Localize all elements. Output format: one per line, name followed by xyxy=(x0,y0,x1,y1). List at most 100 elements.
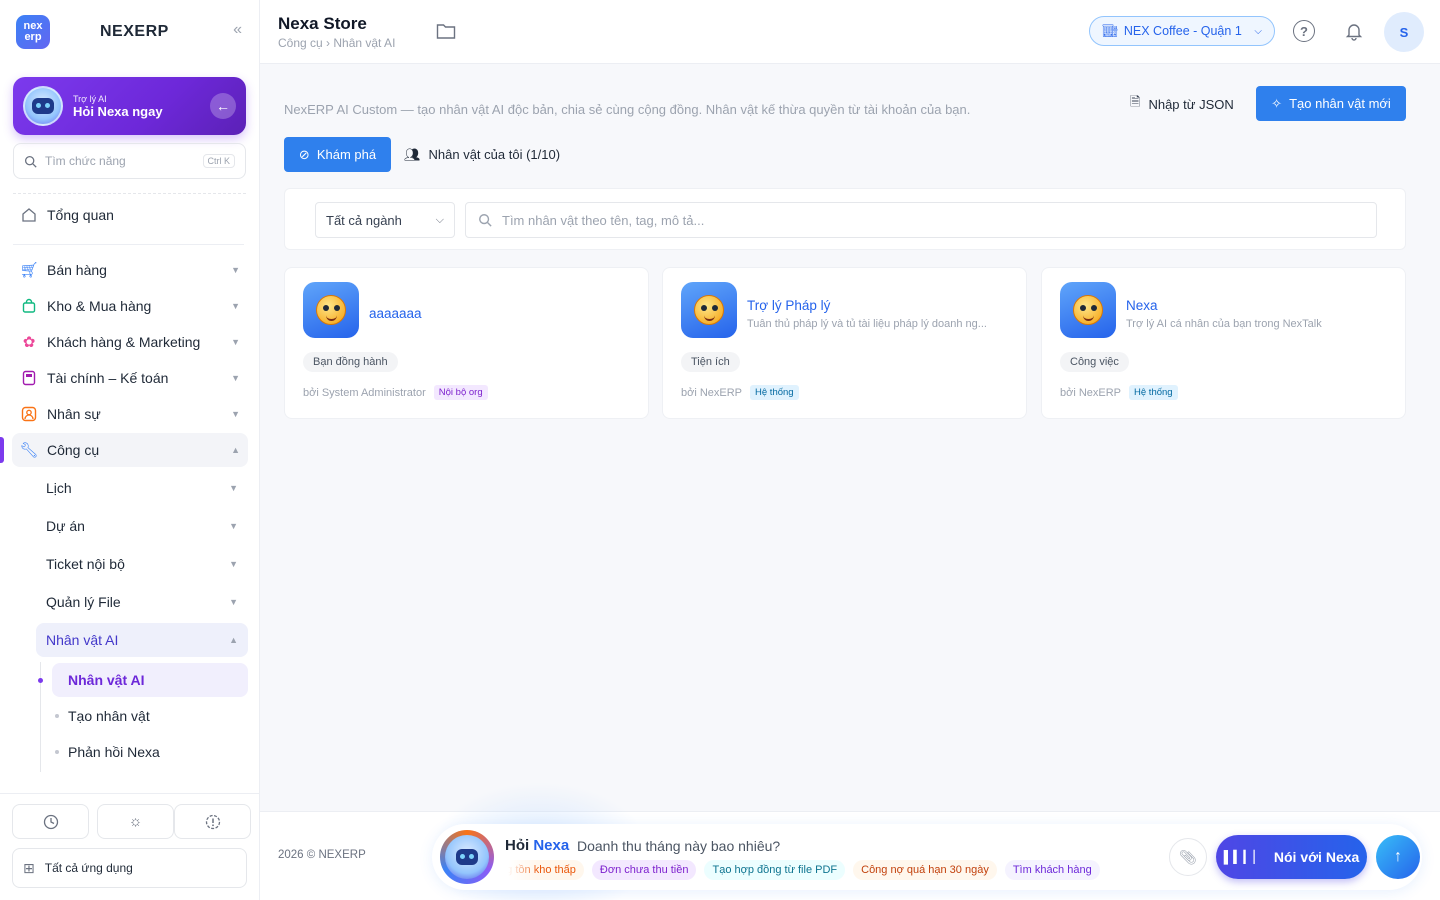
tab-explore[interactable]: ⊘ Khám phá xyxy=(284,137,391,172)
tab-my-personas[interactable]: 👥︎ Nhân vật của tôi (1/10) xyxy=(398,137,566,172)
theme-button[interactable]: ☼ xyxy=(97,804,174,839)
ask-question-input[interactable]: Doanh thu tháng này bao nhiêu? xyxy=(577,838,780,854)
nav-finance-label: Tài chính – Kế toán xyxy=(47,370,169,386)
nav-persona-create[interactable]: Tạo nhân vật xyxy=(52,699,248,733)
create-persona-label: Tạo nhân vật mới xyxy=(1289,96,1391,111)
suggestion-chips: Hàng tồn kho thấp Đơn chưa thu tiền Tạo … xyxy=(508,860,1153,882)
import-json-label: Nhập từ JSON xyxy=(1148,96,1234,112)
persona-card[interactable]: Trợ lý Pháp lý Tuân thủ pháp lý và tủ tà… xyxy=(662,267,1027,419)
nav-tools[interactable]: 🔧︎ Công cụ ▲ xyxy=(12,433,248,467)
nav-project[interactable]: Dự án ▼ xyxy=(36,509,248,543)
nav-crm[interactable]: ✿ Khách hàng & Marketing ▼ xyxy=(12,325,248,359)
search-icon xyxy=(24,155,37,168)
suggestion-chip[interactable]: Đơn chưa thu tiền xyxy=(591,860,697,880)
nav-persona-list[interactable]: Nhân vật AI xyxy=(52,663,248,697)
users-icon: ✿ xyxy=(22,334,36,351)
nav-inventory[interactable]: Kho & Mua hàng ▼ xyxy=(12,289,248,323)
nav-overview[interactable]: Tổng quan xyxy=(12,198,248,232)
nexa-avatar[interactable] xyxy=(440,830,494,884)
chevron-down-icon: ▼ xyxy=(231,409,240,419)
logo-text-bottom: erp xyxy=(24,31,42,43)
bell-icon[interactable] xyxy=(1342,19,1366,43)
user-avatar[interactable]: S xyxy=(1384,12,1424,52)
talk-to-nexa-button[interactable]: ▌▍▎▏ Nói với Nexa xyxy=(1216,835,1367,879)
ask-title: Hỏi Nexa xyxy=(505,837,569,854)
help-icon[interactable]: ? xyxy=(1293,20,1315,42)
function-search-input[interactable]: Tìm chức năng Ctrl K xyxy=(13,143,246,179)
clock-icon xyxy=(43,814,58,829)
top-header: Nexa Store Công cụ › Nhân vật AI 🏬︎ NEX … xyxy=(260,0,1440,64)
branch-selector[interactable]: 🏬︎ NEX Coffee - Quận 1 ⌵ xyxy=(1089,16,1275,46)
nav-sales[interactable]: 🛒︎ Bán hàng ▼ xyxy=(12,253,248,287)
persona-description: Trợ lý AI cá nhân của bạn trong NexTalk xyxy=(1126,318,1322,330)
nav-persona[interactable]: Nhân vật AI ▲ xyxy=(36,623,248,657)
nav-crm-label: Khách hàng & Marketing xyxy=(47,334,201,350)
persona-avatar xyxy=(1060,282,1116,338)
import-json-button[interactable]: 🗎 Nhập từ JSON xyxy=(1124,87,1240,121)
waveform-icon: ▌▍▎▏ xyxy=(1223,850,1264,864)
magic-wand-icon: ✧ xyxy=(1271,95,1283,111)
nav-persona-label: Nhân vật AI xyxy=(46,632,119,648)
brand-name: NEXERP xyxy=(100,23,169,40)
file-json-icon: 🗎 xyxy=(1130,94,1141,109)
user-group-icon: 👥︎ xyxy=(404,146,421,162)
ask-nexa-card[interactable]: Trợ lý AI Hỏi Nexa ngay ← xyxy=(13,77,246,135)
filter-panel: Tất cả ngành ⌵ Tìm nhân vật theo tên, ta… xyxy=(284,188,1406,250)
tab-explore-label: Khám phá xyxy=(316,147,377,162)
nav-hr[interactable]: Nhân sự ▼ xyxy=(12,397,248,431)
divider xyxy=(0,793,260,794)
shortcut-hint: Ctrl K xyxy=(202,154,235,168)
persona-card[interactable]: aaaaaaa Bạn đồng hành bởi System Adminis… xyxy=(284,267,649,419)
nav-finance[interactable]: Tài chính – Kế toán ▼ xyxy=(12,361,248,395)
nav-file[interactable]: Quản lý File ▼ xyxy=(36,585,248,619)
arrow-left-icon[interactable]: ← xyxy=(210,93,236,119)
nav-tools-label: Công cụ xyxy=(47,442,100,458)
bag-icon xyxy=(20,297,38,315)
scope-badge: Hệ thống xyxy=(1129,385,1178,400)
persona-author-text: bởi System Administrator xyxy=(303,386,426,399)
persona-tag: Tiện ích xyxy=(681,352,740,372)
chevron-down-icon: ▼ xyxy=(231,337,240,347)
persona-search-input[interactable]: Tìm nhân vật theo tên, tag, mô tả... xyxy=(465,202,1377,238)
suggestion-chip[interactable]: Tạo hợp đồng từ file PDF xyxy=(704,860,846,880)
chevron-down-icon: ▼ xyxy=(231,373,240,383)
report-button[interactable] xyxy=(174,804,251,839)
smiley-icon xyxy=(1073,295,1103,325)
suggestion-chip[interactable]: Công nợ quá hạn 30 ngày xyxy=(853,860,997,880)
chevron-down-icon: ⌵ xyxy=(435,213,444,226)
industry-select-value: Tất cả ngành xyxy=(326,212,402,228)
breadcrumb: Công cụ › Nhân vật AI xyxy=(278,36,396,50)
create-persona-button[interactable]: ✧ Tạo nhân vật mới xyxy=(1256,86,1406,121)
persona-author: bởi NexERP Hệ thống xyxy=(1060,385,1178,400)
all-apps-button[interactable]: ⊞ Tất cả ứng dụng xyxy=(12,848,247,888)
history-button[interactable] xyxy=(12,804,89,839)
compass-icon: ⊘ xyxy=(298,146,310,162)
nav-persona-create-label: Tạo nhân vật xyxy=(68,708,150,724)
sun-icon: ☼ xyxy=(128,813,143,830)
all-apps-label: Tất cả ứng dụng xyxy=(44,861,133,875)
page-title: Nexa Store xyxy=(278,14,367,33)
home-icon xyxy=(20,206,38,224)
folder-icon[interactable] xyxy=(436,22,456,45)
persona-name[interactable]: Nexa xyxy=(1126,298,1158,313)
persona-description: Tuân thủ pháp lý và tủ tài liệu pháp lý … xyxy=(747,318,987,330)
persona-card[interactable]: Nexa Trợ lý AI cá nhân của bạn trong Nex… xyxy=(1041,267,1406,419)
collapse-sidebar-icon[interactable]: « xyxy=(233,21,242,39)
nav-inventory-label: Kho & Mua hàng xyxy=(47,298,152,314)
industry-select[interactable]: Tất cả ngành ⌵ xyxy=(315,202,455,238)
attach-button[interactable]: 📎︎ xyxy=(1169,838,1207,876)
persona-name[interactable]: aaaaaaa xyxy=(369,306,422,321)
send-button[interactable]: ↑ xyxy=(1376,835,1420,879)
suggestion-chip[interactable]: Hàng tồn kho thấp xyxy=(508,860,584,880)
ask-name: Nexa xyxy=(533,837,570,854)
branch-name: NEX Coffee - Quận 1 xyxy=(1123,24,1242,38)
nav-calendar[interactable]: Lịch ▼ xyxy=(36,471,248,505)
persona-name[interactable]: Trợ lý Pháp lý xyxy=(747,298,830,313)
nav-ticket[interactable]: Ticket nội bộ ▼ xyxy=(36,547,248,581)
logo[interactable]: nex erp xyxy=(16,15,50,49)
nav-nexa-feedback[interactable]: Phản hồi Nexa xyxy=(52,735,248,769)
person-icon xyxy=(20,405,38,423)
suggestion-chip[interactable]: Tìm khách hàng xyxy=(1004,860,1100,880)
nav-file-label: Quản lý File xyxy=(46,594,121,610)
nav-calendar-label: Lịch xyxy=(46,480,72,496)
